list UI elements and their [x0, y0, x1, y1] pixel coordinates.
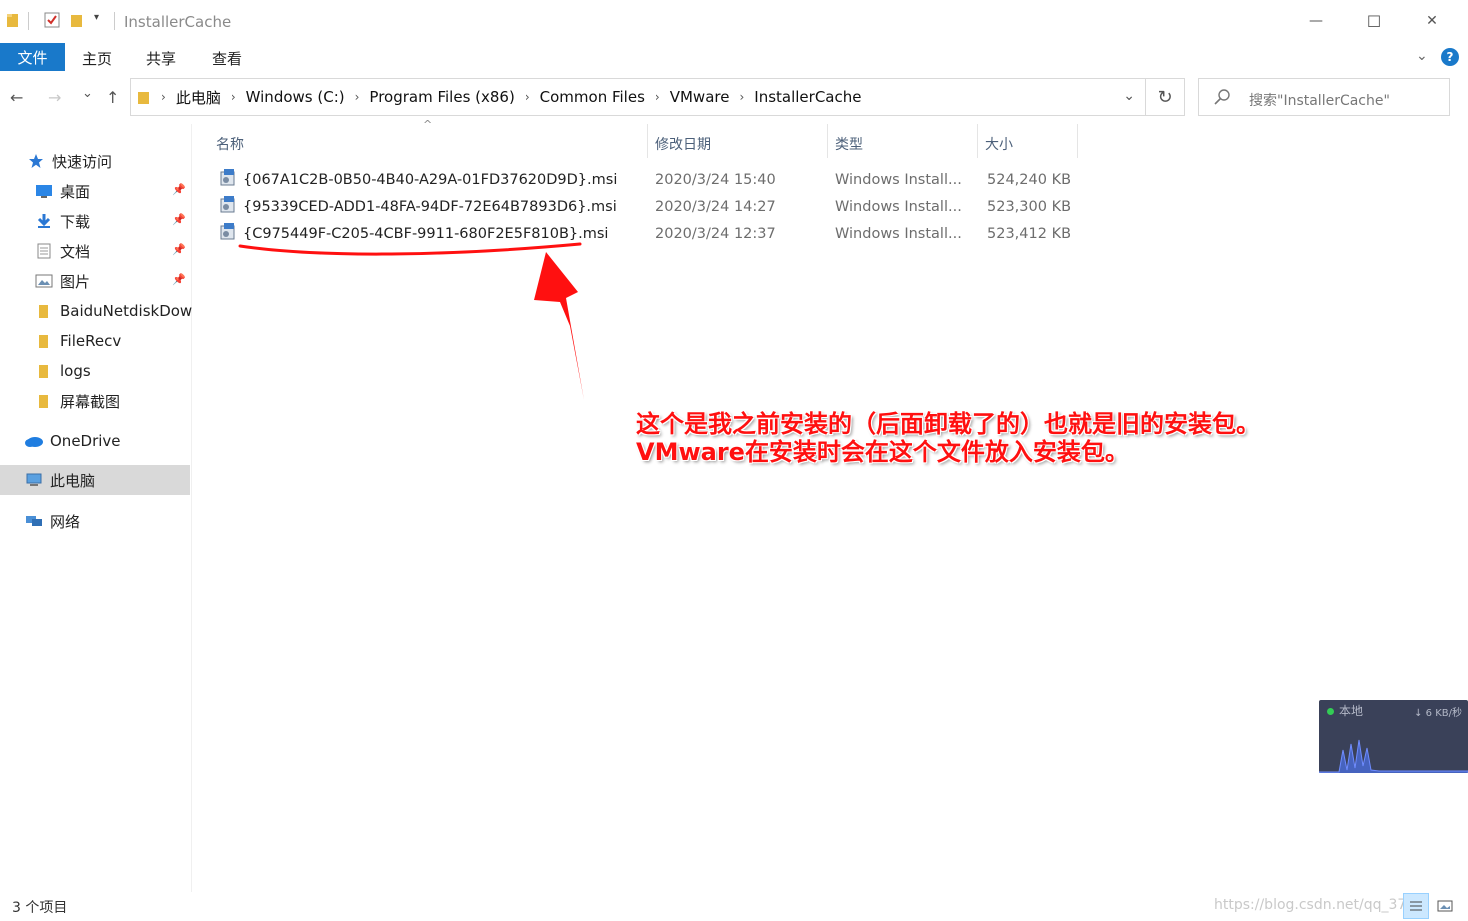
details-view-button[interactable]	[1403, 893, 1429, 919]
network-speed: ↓ 6 KB/秒	[1414, 708, 1462, 719]
status-bar: 3 个项目 https://blog.csdn.net/qq_37	[0, 893, 1468, 921]
annotation-line-1: 这个是我之前安装的（后面卸载了的）也就是旧的安装包。	[636, 410, 1260, 438]
details-view-icon	[1410, 901, 1422, 911]
annotation-line-2: VMware在安装时会在这个文件放入安装包。	[636, 438, 1129, 466]
large-icons-view-icon	[1437, 900, 1453, 912]
watermark: https://blog.csdn.net/qq_37	[1214, 897, 1407, 913]
network-label: 本地	[1339, 704, 1364, 718]
status-dot-icon	[1327, 708, 1334, 715]
network-graph	[1319, 739, 1468, 773]
large-icons-view-button[interactable]	[1432, 893, 1458, 919]
network-speed-widget[interactable]: 本地 ↓ 6 KB/秒	[1319, 700, 1468, 773]
annotation-text: 这个是我之前安装的（后面卸载了的）也就是旧的安装包。 VMware在安装时会在这…	[636, 410, 1260, 466]
item-count: 3 个项目	[12, 900, 68, 916]
